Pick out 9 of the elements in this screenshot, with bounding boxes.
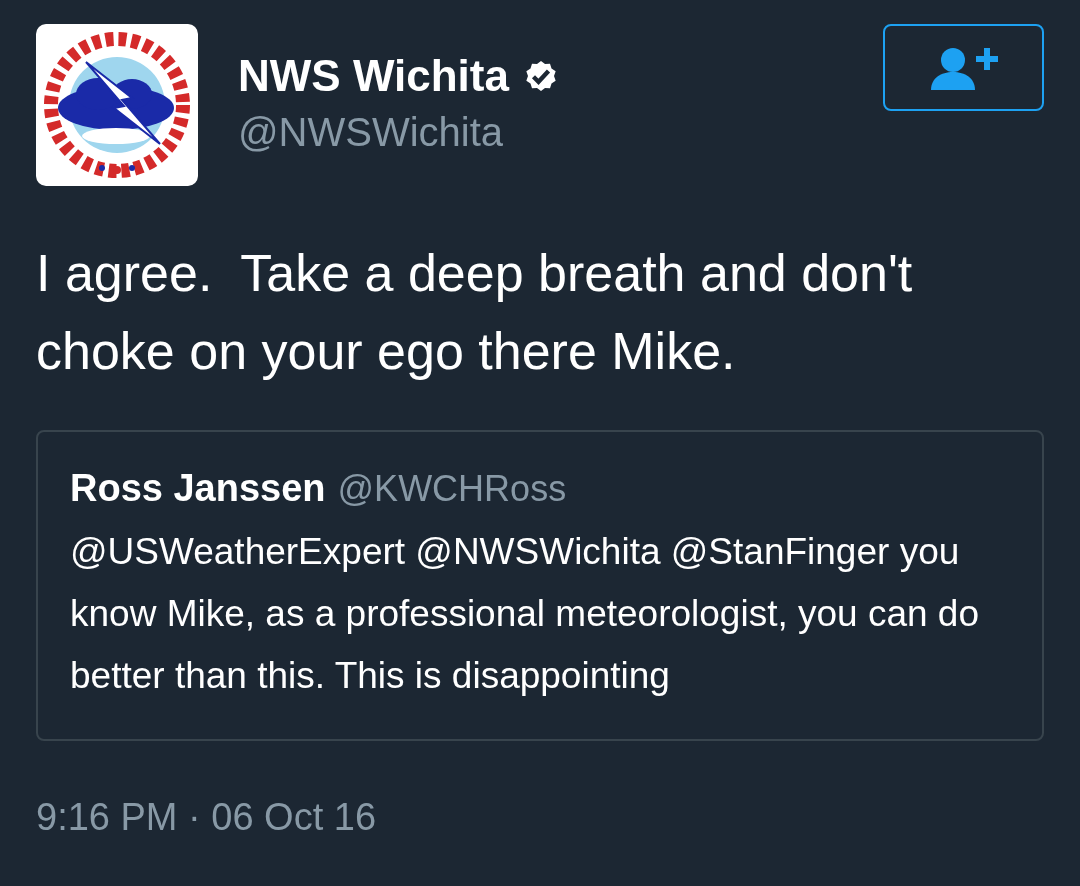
quoted-tweet-text: @USWeatherExpert @NWSWichita @StanFinger you know Mike, as a professional meteorologist, you can do better than this. This is disappointing <box>70 530 981 698</box>
quoted-tweet-card[interactable]: Ross Janssen @KWCHRoss @USWeatherExpert @NWSWichita @StanFinger you know Mike, as a professional meteorologist, you can do better than this. This is disappointing <box>36 430 1044 741</box>
follow-button[interactable] <box>883 24 1044 111</box>
quoted-author-name: Ross Janssen <box>70 466 326 511</box>
tweet-text: I agree. Take a deep breath and don't choke on your ego there Mike. <box>36 243 914 382</box>
author-name: NWS Wichita <box>238 50 509 102</box>
tweet-timestamp: 9:16 PM · 06 Oct 16 <box>36 795 378 840</box>
author-handle: @NWSWichita <box>238 109 505 156</box>
quoted-author-handle: @KWCHRoss <box>337 467 567 511</box>
